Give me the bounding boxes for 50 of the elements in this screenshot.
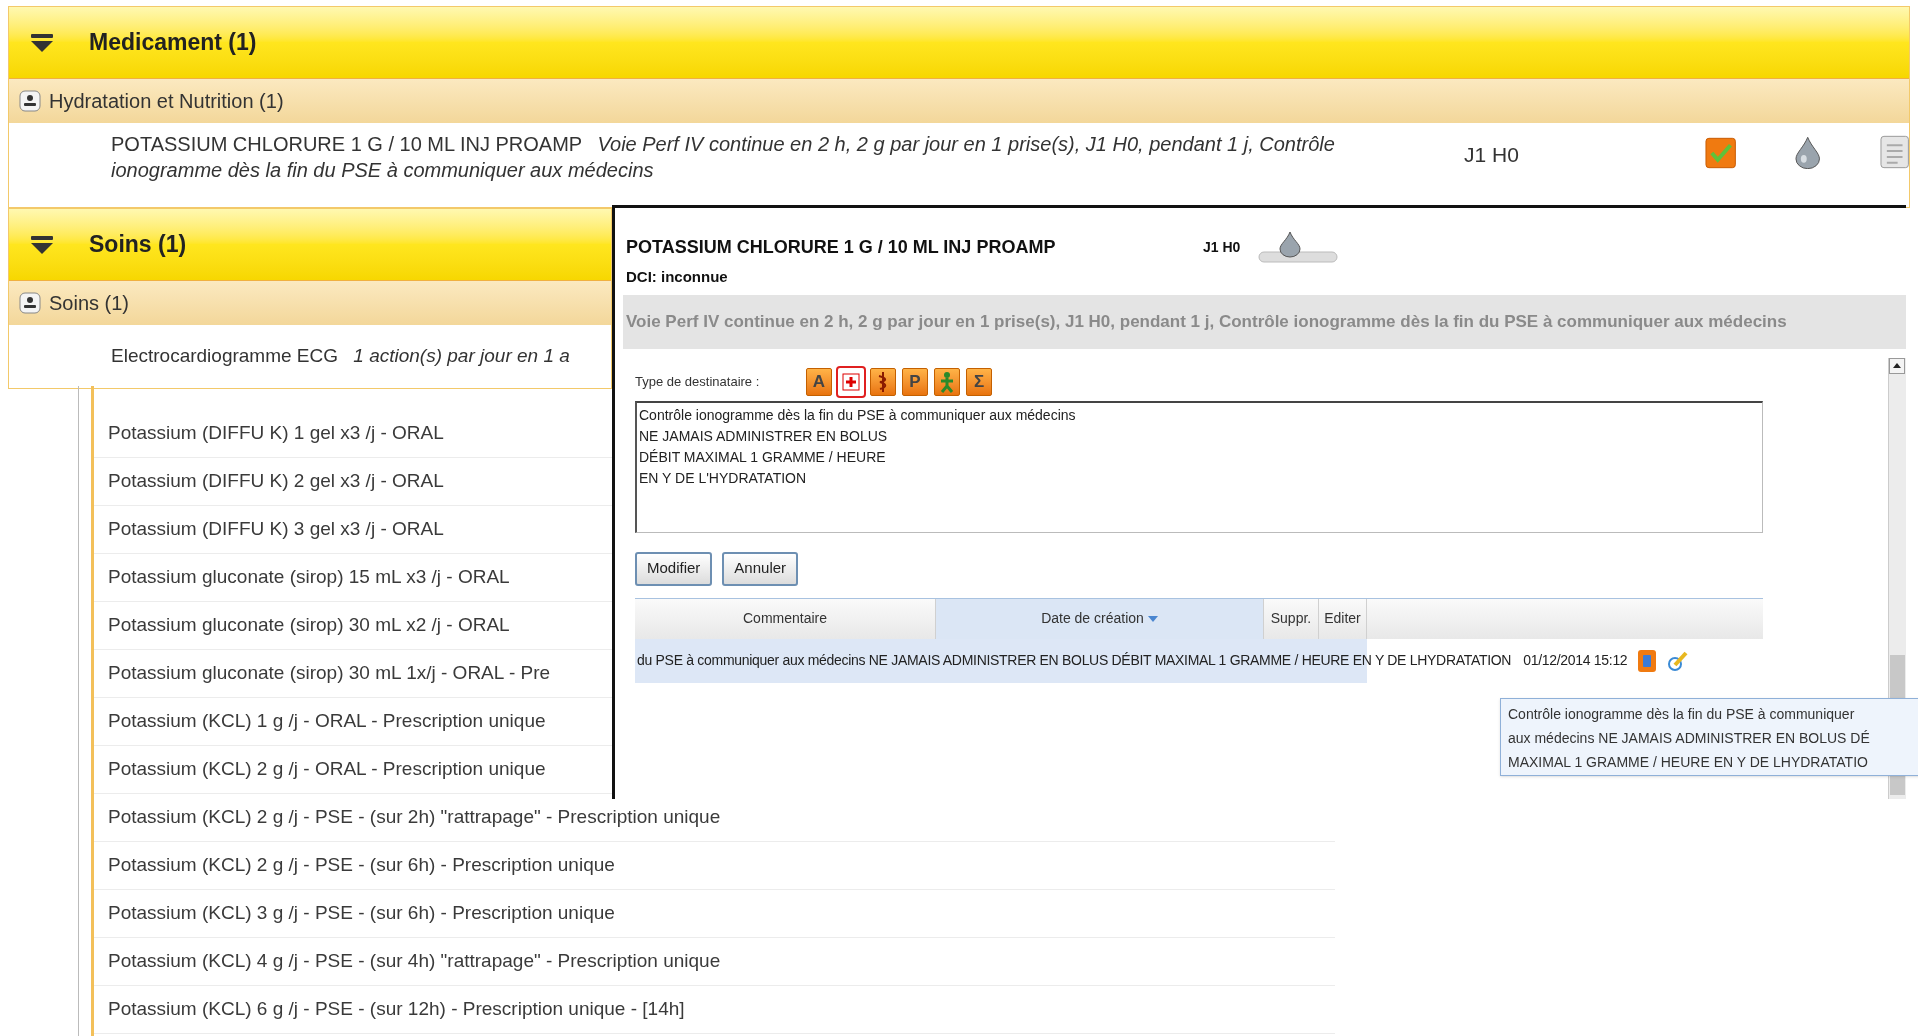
group-title: Soins (1) bbox=[49, 291, 130, 316]
detail-title: POTASSIUM CHLORURE 1 G / 10 ML INJ PROAMP bbox=[626, 235, 1057, 259]
collapse-icon[interactable] bbox=[29, 234, 55, 255]
tooltip-text: MAXIMAL 1 GRAMME / HEURE EN Y DE LHYDRATATIO bbox=[1508, 753, 1869, 772]
suggestion-item[interactable]: Potassium (KCL) 3 g /j - PSE - (sur 6h) - Prescription unique bbox=[94, 890, 1335, 938]
person-icon bbox=[938, 370, 956, 393]
schedule-text: J1 H0 bbox=[1464, 142, 1519, 168]
column-header[interactable]: Suppr. bbox=[1264, 598, 1319, 639]
action-button[interactable]: Modifier bbox=[635, 551, 713, 586]
recipient-type-button[interactable] bbox=[870, 367, 896, 396]
item-description[interactable]: Electrocardiogramme ECG 1 action(s) par jour en 1 a bbox=[111, 342, 570, 371]
cross-icon bbox=[842, 372, 860, 391]
user-icon[interactable] bbox=[19, 292, 41, 314]
delete-icon[interactable] bbox=[1637, 648, 1658, 673]
dci-text: DCI: inconnue bbox=[625, 267, 729, 287]
edit-icon[interactable] bbox=[1667, 649, 1690, 672]
section-title: Medicament (1) bbox=[89, 28, 257, 58]
scroll-up-icon[interactable] bbox=[1889, 358, 1905, 374]
suggestion-item[interactable]: Potassium (KCL) 4 g /j - PSE - (sur 4h) "rattrapage" - Prescription unique bbox=[94, 938, 1335, 986]
drop-icon[interactable] bbox=[1794, 135, 1822, 169]
instructions-text: Voie Perf IV continue en 2 h, 2 g par jour en 1 prise(s), J1 H0, pendant 1 j, Contrôle ionogramme dès la fin du PSE à communiquer aux médecins bbox=[626, 310, 1787, 333]
schedule-text: J1 H0 bbox=[1203, 237, 1241, 257]
group-header[interactable]: Hydratation et Nutrition (1) bbox=[9, 79, 1909, 123]
tooltip-text: aux médecins NE JAMAIS ADMINISTRER EN BOLUS DÉ bbox=[1508, 729, 1871, 748]
item-description[interactable]: POTASSIUM CHLORURE 1 G / 10 ML INJ PROAMP Voie Perf IV continue en 2 h, 2 g par jour en 1 prise(s), J1 H0, pendant 1 j, Contrôle ionogramme dès la fin du PSE à communiquer aux médecins bbox=[111, 131, 1374, 183]
section-header[interactable]: Medicament (1) bbox=[9, 7, 1909, 79]
recipient-type-button[interactable]: A bbox=[806, 367, 832, 396]
recipient-type-button[interactable] bbox=[934, 367, 960, 396]
user-icon[interactable] bbox=[19, 90, 41, 112]
recipient-label: Type de destinataire : bbox=[635, 372, 761, 391]
checkbox-icon[interactable] bbox=[1704, 137, 1737, 169]
recipient-type-button[interactable] bbox=[838, 367, 864, 396]
date-cell-text: 01/12/2014 15:12 bbox=[1523, 651, 1628, 670]
group-title: Hydratation et Nutrition (1) bbox=[49, 89, 284, 114]
comment-cell-text: du PSE à communiquer aux médecins NE JAMAIS ADMINISTRER EN BOLUS DÉBIT MAXIMAL 1 GRAMME / HEURE EN Y DE LHYDRATATION bbox=[636, 651, 1512, 670]
tooltip-text: Contrôle ionogramme dès la fin du PSE à communiquer bbox=[1508, 705, 1856, 724]
recipient-type-button[interactable]: P bbox=[902, 367, 928, 396]
section-title: Soins (1) bbox=[89, 230, 187, 260]
drop-slider-icon[interactable] bbox=[1258, 230, 1339, 264]
action-button[interactable]: Annuler bbox=[722, 551, 799, 586]
suggestion-item[interactable]: Potassium (KCL) 2 g /j - PSE - (sur 6h) - Prescription unique bbox=[94, 842, 1335, 890]
column-header[interactable]: Date de création bbox=[936, 598, 1264, 639]
column-header[interactable]: Editer bbox=[1319, 598, 1367, 639]
group-header[interactable]: Soins (1) bbox=[9, 281, 611, 325]
comment-field[interactable]: Contrôle ionogramme dès la fin du PSE à communiquer aux médecins NE JAMAIS ADMINISTRER EN BOLUS DÉBIT MAXIMAL 1 GRAMME / HEURE EN Y DE L'HYDRATATION bbox=[635, 400, 1763, 533]
recipient-type-button[interactable]: Σ bbox=[966, 367, 992, 396]
suggestion-item[interactable]: Potassium (KCL) 6 g /j - PSE - (sur 12h) - Prescription unique - [14h] bbox=[94, 986, 1335, 1034]
section-header[interactable]: Soins (1) bbox=[9, 209, 611, 281]
collapse-icon[interactable] bbox=[29, 32, 55, 53]
sort-down-icon bbox=[1147, 615, 1158, 622]
